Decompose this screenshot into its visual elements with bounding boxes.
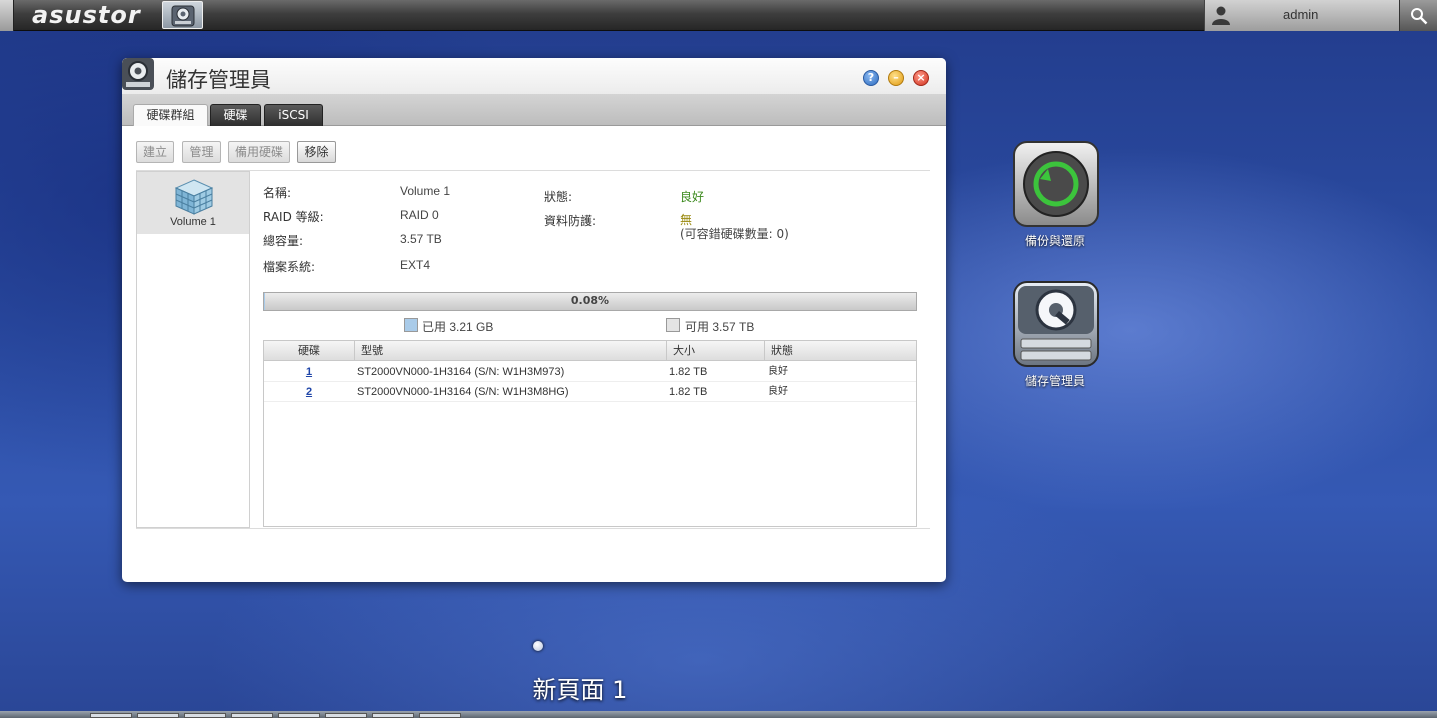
raid-level-label: RAID 等級: — [263, 210, 324, 224]
raid-level-value: RAID 0 — [400, 208, 439, 222]
user-icon — [1212, 6, 1230, 25]
backup-restore-icon — [1013, 141, 1099, 227]
close-button[interactable]: × — [913, 70, 929, 86]
used-legend-label: 已用 3.21 GB — [422, 320, 494, 334]
search-icon — [1411, 8, 1428, 25]
usage-percent: 0.08% — [570, 294, 610, 307]
storage-manager-icon — [171, 5, 195, 27]
top-bar: asustor admin — [0, 0, 1437, 31]
bottom-divider — [136, 528, 930, 529]
help-button[interactable]: ? — [863, 70, 879, 86]
disk-table-header: 硬碟 型號 大小 狀態 — [264, 341, 916, 361]
tab-iscsi[interactable]: iSCSI — [264, 104, 323, 126]
volume-list: Volume 1 — [136, 171, 250, 528]
storage-manager-window: 儲存管理員 ? – × 硬碟群組 硬碟 iSCSI 建立 管理 備用硬碟 移除 — [122, 58, 946, 582]
page-label: 新頁面 1 — [532, 676, 628, 704]
usage-bar: 0.08% — [263, 292, 917, 311]
close-icon: × — [916, 71, 926, 84]
taskbar-item[interactable] — [90, 713, 132, 718]
taskbar-storage-manager-button[interactable] — [162, 1, 203, 29]
disk-status: 良好 — [768, 386, 788, 397]
taskbar-item[interactable] — [372, 713, 414, 718]
table-row[interactable]: 2 ST2000VN000-1H3164 (S/N: W1H3M8HG) 1.8… — [264, 382, 916, 402]
search-button[interactable] — [1399, 0, 1437, 31]
taskbar-item[interactable] — [231, 713, 273, 718]
column-header-size[interactable]: 大小 — [666, 341, 764, 361]
total-capacity-label: 總容量: — [263, 234, 304, 248]
taskbar-item[interactable] — [278, 713, 320, 718]
free-legend-swatch — [666, 318, 680, 332]
taskbar-handle[interactable] — [0, 0, 14, 31]
toolbar-divider — [136, 170, 930, 171]
data-protection-label: 資料防護: — [544, 214, 597, 228]
disk-table: 硬碟 型號 大小 狀態 1 ST2000VN000-1H3164 (S/N: W… — [263, 340, 917, 527]
column-header-disk[interactable]: 硬碟 — [264, 341, 354, 361]
taskbar-item[interactable] — [325, 713, 367, 718]
column-header-model[interactable]: 型號 — [354, 341, 666, 361]
desktop-icon-storage-manager[interactable]: 儲存管理員 — [1005, 281, 1105, 391]
file-system-value: EXT4 — [400, 258, 431, 272]
desktop-icon-backup-restore[interactable]: 備份與還原 — [1005, 141, 1105, 251]
desktop-icon-label: 儲存管理員 — [1024, 374, 1085, 388]
disk-model: ST2000VN000-1H3164 (S/N: W1H3M973) — [357, 366, 565, 378]
storage-manager-icon — [1013, 281, 1099, 367]
name-value: Volume 1 — [400, 184, 451, 198]
desktop-icon-label: 備份與還原 — [1024, 234, 1085, 248]
total-capacity-value: 3.57 TB — [400, 232, 442, 246]
status-label: 狀態: — [544, 190, 573, 204]
disk-model: ST2000VN000-1H3164 (S/N: W1H3M8HG) — [357, 386, 569, 398]
tab-bar: 硬碟群組 硬碟 iSCSI — [122, 94, 946, 126]
volume-cube-icon — [174, 179, 214, 215]
remove-button[interactable]: 移除 — [297, 141, 336, 163]
taskbar-item[interactable] — [419, 713, 461, 718]
window-title-bar[interactable]: 儲存管理員 ? – × — [122, 58, 946, 94]
table-row[interactable]: 1 ST2000VN000-1H3164 (S/N: W1H3M973) 1.8… — [264, 362, 916, 382]
file-system-label: 檔案系統: — [263, 260, 316, 274]
user-menu[interactable]: admin — [1204, 0, 1399, 31]
status-value: 良好 — [680, 190, 705, 204]
minimize-icon: – — [893, 71, 899, 84]
disk-number-link[interactable]: 1 — [264, 362, 354, 382]
bottom-taskbar — [0, 711, 1437, 718]
disk-number-link[interactable]: 2 — [264, 382, 354, 402]
manage-button[interactable]: 管理 — [182, 141, 221, 163]
username: admin — [1283, 7, 1319, 22]
taskbar-item[interactable] — [137, 713, 179, 718]
window-title: 儲存管理員 — [166, 68, 271, 92]
minimize-button[interactable]: – — [888, 70, 904, 86]
volume-name: Volume 1 — [170, 216, 216, 228]
help-icon: ? — [867, 71, 875, 84]
used-legend-swatch — [404, 318, 418, 332]
page-indicator-dot[interactable] — [533, 641, 543, 651]
fault-tolerance-note: (可容錯硬碟數量: 0) — [680, 227, 789, 241]
tab-disks[interactable]: 硬碟 — [210, 104, 261, 126]
column-header-status[interactable]: 狀態 — [764, 341, 916, 361]
free-legend-label: 可用 3.57 TB — [685, 320, 755, 334]
name-label: 名稱: — [263, 186, 292, 200]
brand-logo: asustor — [32, 1, 141, 29]
create-button[interactable]: 建立 — [136, 141, 174, 163]
tab-volumes[interactable]: 硬碟群組 — [133, 104, 208, 126]
disk-status: 良好 — [768, 366, 788, 377]
taskbar-item[interactable] — [184, 713, 226, 718]
disk-size: 1.82 TB — [669, 366, 708, 378]
volume-list-item[interactable]: Volume 1 — [137, 172, 249, 234]
storage-manager-icon — [122, 58, 154, 90]
spare-disk-button[interactable]: 備用硬碟 — [228, 141, 290, 163]
disk-size: 1.82 TB — [669, 386, 708, 398]
